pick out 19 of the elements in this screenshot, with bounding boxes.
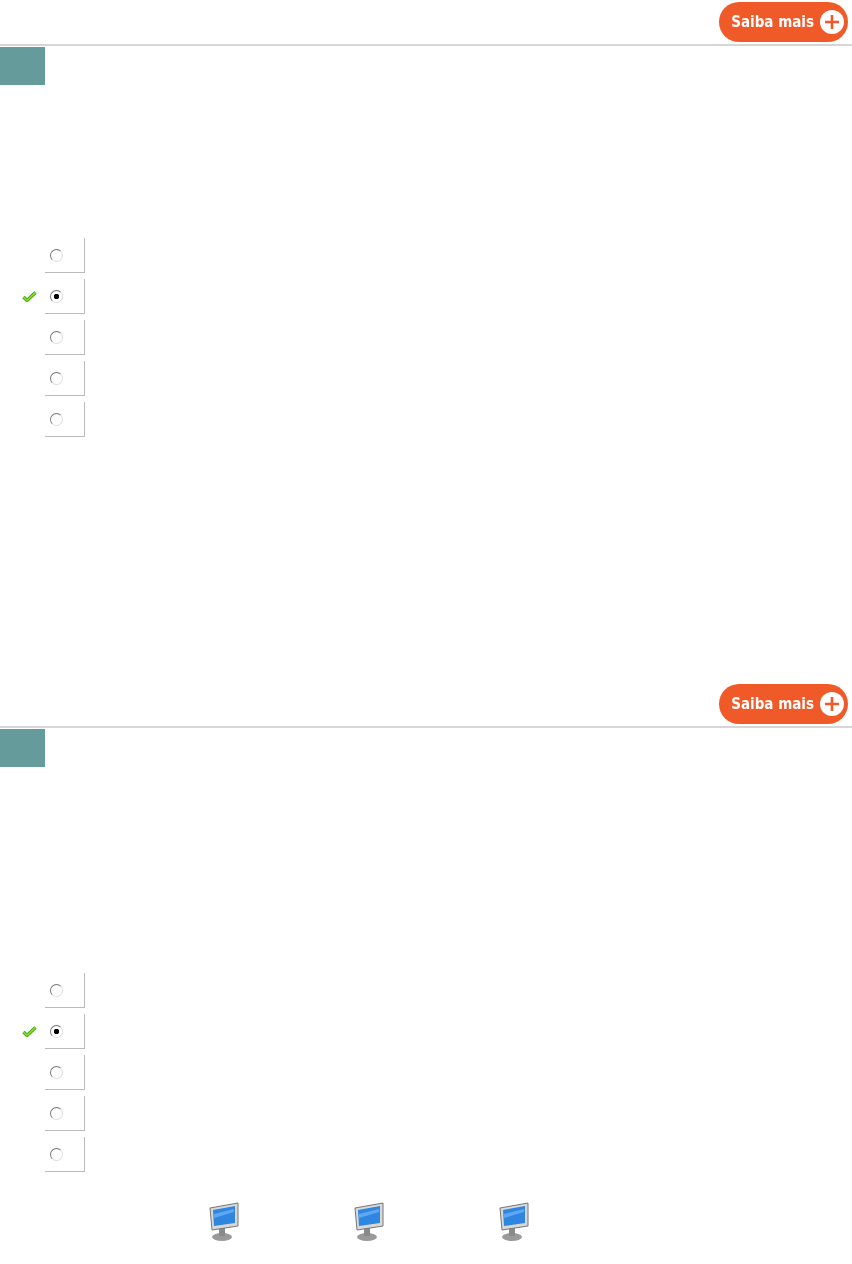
radio-button[interactable]: [50, 289, 63, 303]
question-number-box: [0, 729, 45, 767]
monitor-icon[interactable]: [498, 1202, 532, 1242]
plus-icon: [820, 10, 844, 34]
saiba-mais-button[interactable]: Saiba mais: [719, 2, 848, 42]
radio-button[interactable]: [50, 248, 63, 262]
question-number-box: [0, 47, 45, 85]
monitor-icon[interactable]: [353, 1202, 387, 1242]
plus-icon: [820, 692, 844, 716]
monitor-icon[interactable]: [208, 1202, 242, 1242]
radio-button[interactable]: [50, 1106, 63, 1120]
radio-button[interactable]: [50, 1147, 63, 1161]
radio-button[interactable]: [50, 1065, 63, 1079]
saiba-mais-button[interactable]: Saiba mais: [719, 684, 848, 724]
radio-button[interactable]: [50, 412, 63, 426]
radio-button[interactable]: [50, 330, 63, 344]
radio-button[interactable]: [50, 983, 63, 997]
radio-button[interactable]: [50, 371, 63, 385]
radio-button[interactable]: [50, 1024, 63, 1038]
